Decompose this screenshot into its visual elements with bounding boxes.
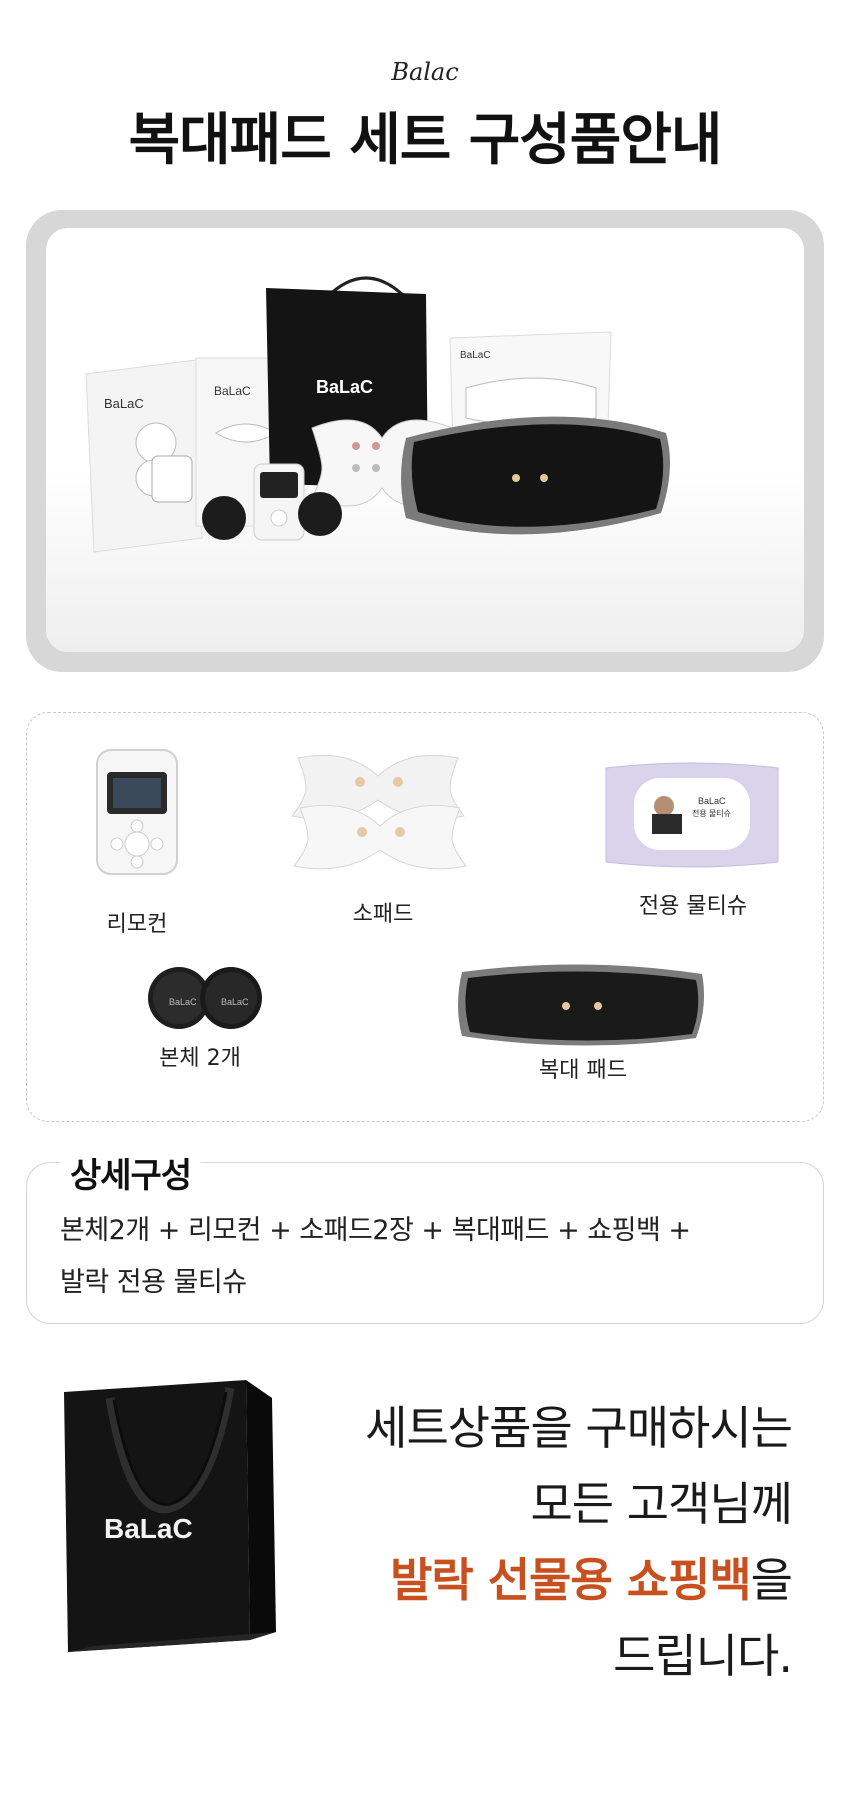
shopping-bag-icon: BaLaC <box>64 1380 276 1652</box>
page-title: 복대패드 세트 구성품안내 <box>128 108 723 173</box>
svg-text:BaLaC: BaLaC <box>698 796 726 806</box>
svg-text:BaLaC: BaLaC <box>460 350 491 361</box>
remote-photo <box>253 463 305 541</box>
promo-line-3: 발락 선물용 쇼핑백을 <box>390 1544 793 1610</box>
small-pad-icon <box>291 754 467 870</box>
svg-text:BaLaC: BaLaC <box>169 997 197 1007</box>
brand-name: Balac <box>391 58 459 86</box>
product-photo: BaLaC BaLaC BaLaC BaLaC <box>46 228 804 652</box>
details-text: 본체2개 + 리모컨 + 소패드2장 + 복대패드 + 쇼핑백 + 발락 전용 … <box>60 1205 780 1309</box>
body-unit-photo-2 <box>298 492 342 536</box>
svg-text:BaLaC: BaLaC <box>214 384 251 398</box>
remote-label: 리모컨 <box>106 912 168 937</box>
remote-set-box: BaLaC <box>85 359 203 553</box>
details-line-1: 본체2개 + 리모컨 + 소패드2장 + 복대패드 + 쇼핑백 + <box>60 1215 691 1246</box>
details-title: 상세구성 <box>60 1148 202 1197</box>
wet-tissue-icon: BaLaC 전용 물티슈 <box>605 762 779 868</box>
small-pad-label: 소패드 <box>352 902 414 927</box>
belly-pad-photo <box>401 416 670 535</box>
promo-line-2: 모든 고객님께 <box>530 1477 793 1531</box>
details-line-2: 발락 전용 물티슈 <box>60 1267 247 1298</box>
promo-line-1: 세트상품을 구매하시는 <box>365 1401 793 1455</box>
wet-tissue-label: 전용 물티슈 <box>638 894 748 919</box>
svg-text:BaLaC: BaLaC <box>104 396 144 411</box>
svg-text:BaLaC: BaLaC <box>104 1513 193 1544</box>
product-set-illustration: BaLaC BaLaC BaLaC BaLaC <box>46 276 804 652</box>
svg-text:BaLaC: BaLaC <box>221 997 249 1007</box>
body-unit-photo-1 <box>202 496 246 540</box>
svg-text:전용 물티슈: 전용 물티슈 <box>692 808 731 818</box>
body-unit-icon: BaLaC BaLaC <box>148 967 262 1029</box>
belly-pad-icon <box>458 964 704 1046</box>
promo-line-4: 드립니다. <box>613 1629 793 1683</box>
promo-line-3-suffix: 을 <box>750 1553 793 1607</box>
svg-text:BaLaC: BaLaC <box>316 377 373 397</box>
body-unit-label: 본체 2개 <box>159 1046 241 1071</box>
belly-pad-label: 복대 패드 <box>539 1058 627 1083</box>
remote-icon <box>96 749 178 875</box>
promo-highlight: 발락 선물용 쇼핑백 <box>390 1553 752 1607</box>
